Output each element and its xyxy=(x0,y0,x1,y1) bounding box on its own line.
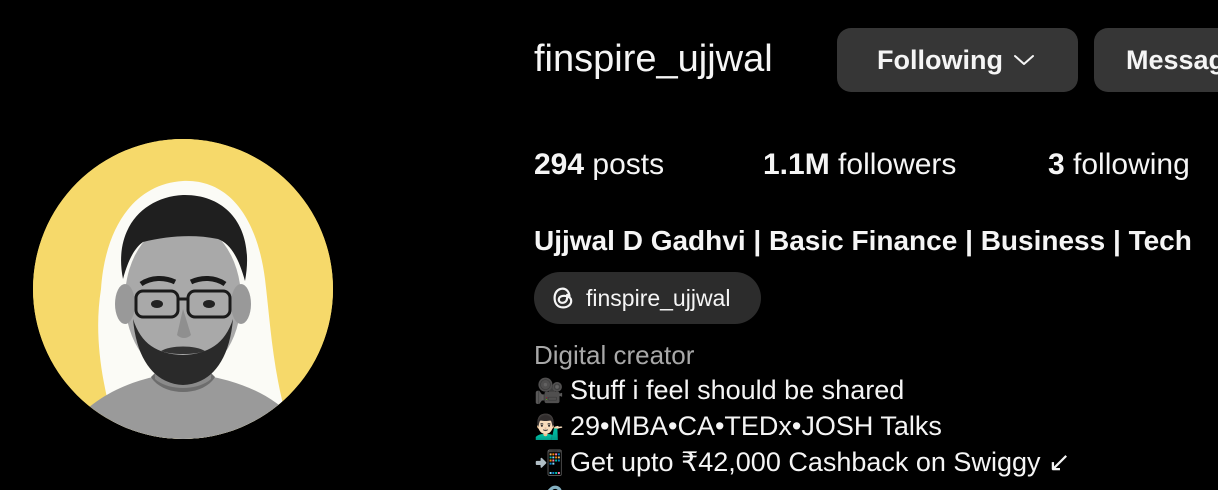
bio-line-text: 29•MBA•CA•TEDx•JOSH Talks xyxy=(570,411,942,441)
posts-label: posts xyxy=(592,148,665,181)
following-count: 3 xyxy=(1048,148,1065,181)
profile-page: finspire_ujjwal Following Messag 294 pos… xyxy=(0,0,1218,490)
profile-avatar[interactable] xyxy=(33,139,333,439)
profile-full-name: Ujjwal D Gadhvi | Basic Finance | Busine… xyxy=(534,225,1192,256)
bio-line: 🔗 xyxy=(534,483,570,490)
mobile-phone-arrow-icon: 📲 xyxy=(534,449,564,477)
threads-handle: finspire_ujjwal xyxy=(586,284,731,311)
message-button[interactable]: Messag xyxy=(1094,28,1218,92)
following-button[interactable]: Following xyxy=(837,28,1078,92)
bio-line: 📲 Get upto ₹42,000 Cashback on Swiggy ↙ xyxy=(534,447,1071,478)
following-button-label: Following xyxy=(877,44,1003,75)
bio-line-text: Get upto ₹42,000 Cashback on Swiggy ↙ xyxy=(570,447,1071,477)
message-button-label: Messag xyxy=(1126,44,1218,75)
person-tipping-hand-icon: 💁🏻‍♂️ xyxy=(534,413,564,441)
avatar-portrait-image xyxy=(33,139,333,439)
bio-line: 💁🏻‍♂️ 29•MBA•CA•TEDx•JOSH Talks xyxy=(534,411,942,442)
bio-line: 🎥 Stuff i feel should be shared xyxy=(534,375,904,406)
posts-stat: 294 posts xyxy=(534,148,664,182)
chevron-down-icon xyxy=(1013,53,1035,67)
video-camera-icon: 🎥 xyxy=(534,377,564,405)
followers-stat[interactable]: 1.1M followers xyxy=(763,148,956,182)
profile-category: Digital creator xyxy=(534,340,695,370)
threads-icon xyxy=(548,283,578,313)
following-label: following xyxy=(1073,148,1190,181)
following-stat[interactable]: 3 following xyxy=(1048,148,1190,182)
posts-count: 294 xyxy=(534,148,585,181)
followers-count: 1.1M xyxy=(763,148,830,181)
bio-line-text: Stuff i feel should be shared xyxy=(570,375,905,405)
link-icon: 🔗 xyxy=(534,485,564,490)
profile-username: finspire_ujjwal xyxy=(534,38,773,80)
threads-profile-link[interactable]: finspire_ujjwal xyxy=(534,272,761,324)
followers-label: followers xyxy=(838,148,957,181)
